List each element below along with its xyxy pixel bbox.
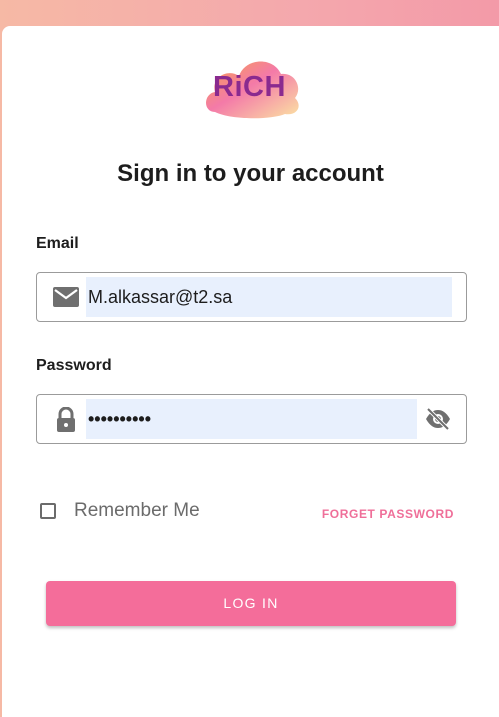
- eye-off-icon[interactable]: [424, 407, 452, 431]
- password-label: Password: [36, 357, 112, 374]
- logo-text: RiCH: [213, 71, 286, 103]
- email-icon: [52, 285, 80, 309]
- logo: RiCH: [201, 54, 303, 120]
- forget-password-link[interactable]: FORGET PASSWORD: [322, 507, 454, 521]
- remember-me-label[interactable]: Remember Me: [74, 500, 200, 522]
- lock-icon: [52, 407, 80, 432]
- login-button[interactable]: LOG IN: [46, 581, 456, 626]
- password-field[interactable]: [36, 394, 467, 444]
- remember-me-checkbox[interactable]: [40, 503, 56, 519]
- remember-me: Remember Me: [40, 500, 200, 522]
- email-label: Email: [36, 235, 79, 252]
- email-field[interactable]: [36, 272, 467, 322]
- login-card: RiCH Sign in to your account Email Passw…: [2, 26, 499, 717]
- page-title: Sign in to your account: [117, 160, 384, 187]
- password-input[interactable]: [86, 399, 417, 439]
- page-background: RiCH Sign in to your account Email Passw…: [0, 0, 499, 717]
- email-input[interactable]: [86, 277, 452, 317]
